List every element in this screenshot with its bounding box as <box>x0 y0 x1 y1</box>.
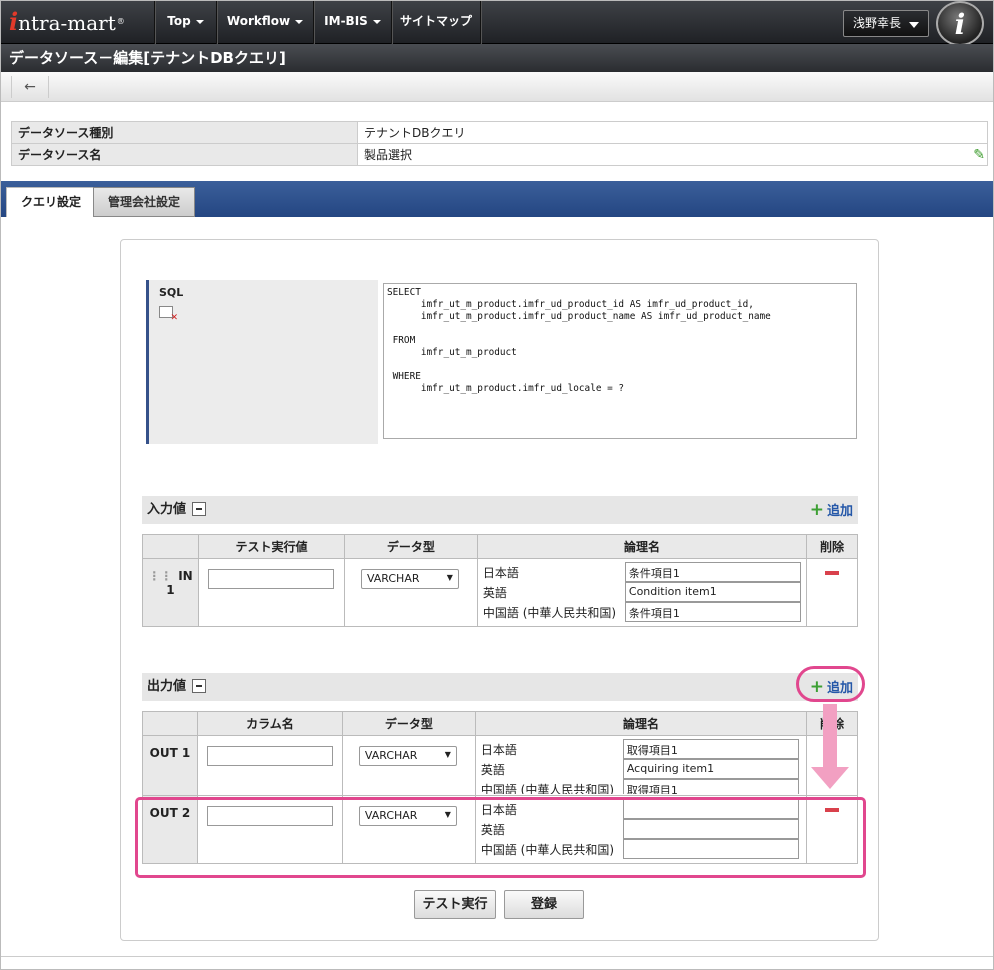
toolbar: ← <box>1 72 993 102</box>
column-name-input[interactable] <box>206 746 333 766</box>
column-name-cell <box>196 735 343 796</box>
logical-name-ja-input[interactable]: 条件項目1 <box>624 562 801 582</box>
lang-ja-label: 日本語 <box>482 566 519 580</box>
sql-label-cell: SQL <box>146 280 378 444</box>
test-value-cell <box>197 558 345 627</box>
input-section-header: 入力値 + 追加 <box>142 496 858 524</box>
nav-im-bis-label: IM-BIS <box>324 14 368 28</box>
caret-down-icon <box>372 19 381 24</box>
logical-name-en-input[interactable]: Condition item1 <box>624 582 801 602</box>
test-value-input[interactable] <box>207 569 334 589</box>
nav-im-bis[interactable]: IM-BIS <box>314 1 391 44</box>
logical-name-zh-input[interactable]: 条件項目1 <box>624 602 801 622</box>
info-row-name: データソース名 製品選択 <box>11 143 988 166</box>
table-row: ⋮⋮IN 1 VARCHAR 日本語 条件項目1 英語 Condition it… <box>142 558 858 627</box>
data-type-select[interactable]: VARCHAR <box>358 746 457 766</box>
header-data-type: データ型 <box>341 711 476 736</box>
nav-top-label: Top <box>167 14 191 28</box>
header-logical-name: 論理名 <box>474 711 808 736</box>
nav-workflow[interactable]: Workflow <box>217 1 313 44</box>
add-button-highlight <box>796 666 865 702</box>
type-label: データソース種別 <box>11 121 358 144</box>
output-table-header: カラム名 データ型 論理名 削除 <box>142 711 858 736</box>
header-column-name: カラム名 <box>196 711 343 736</box>
clear-sql-icon[interactable] <box>159 306 178 323</box>
header-logical-name: 論理名 <box>476 534 808 559</box>
register-button[interactable]: 登録 <box>504 890 584 919</box>
lang-en-label: 英語 <box>482 586 507 600</box>
new-row-highlight <box>135 797 866 878</box>
drag-handle-icon[interactable]: ⋮⋮ <box>148 569 172 583</box>
header-blank <box>142 711 198 736</box>
datasource-info-table: データソース種別 テナントDBクエリ データソース名 製品選択 <box>11 121 988 166</box>
sql-label: SQL <box>159 286 184 299</box>
header-delete: 削除 <box>806 534 858 559</box>
sql-textarea[interactable]: SELECT imfr_ut_m_product.imfr_ud_product… <box>383 283 857 439</box>
caret-down-icon <box>295 19 304 24</box>
logical-name-cell: 日本語 取得項目1 英語 Acquiring item1 中国語 (中華人民共和… <box>474 735 808 796</box>
tab-query-settings[interactable]: クエリ設定 <box>6 187 97 217</box>
lang-ja-label: 日本語 <box>480 743 517 757</box>
top-navbar: intra-mart® Top Workflow IM-BIS サイトマップ 浅… <box>1 1 993 46</box>
pencil-icon[interactable]: ✎ <box>973 147 985 163</box>
header-test-value: テスト実行値 <box>197 534 345 559</box>
intra-mart-logo[interactable]: intra-mart® <box>9 7 151 39</box>
nav-top[interactable]: Top <box>155 1 216 44</box>
nav-workflow-label: Workflow <box>226 14 291 28</box>
nav-divider <box>480 1 481 44</box>
test-run-button[interactable]: テスト実行 <box>414 890 496 919</box>
lang-en-label: 英語 <box>480 763 505 777</box>
row-id: OUT 1 <box>142 735 198 796</box>
data-type-cell: VARCHAR <box>343 558 478 627</box>
caret-down-icon <box>909 22 919 28</box>
logical-name-zh-input[interactable]: 取得項目1 <box>622 779 799 794</box>
app-window: intra-mart® Top Workflow IM-BIS サイトマップ 浅… <box>0 0 994 970</box>
input-table-header: テスト実行値 データ型 論理名 削除 <box>142 534 858 559</box>
data-type-select[interactable]: VARCHAR <box>360 569 459 589</box>
lang-zh-label: 中国語 (中華人民共和国) <box>480 783 615 794</box>
back-arrow-icon[interactable]: ← <box>11 76 49 98</box>
caret-down-icon <box>195 19 204 24</box>
collapse-icon[interactable] <box>192 501 207 516</box>
nav-sitemap[interactable]: サイトマップ <box>392 1 480 44</box>
down-arrow-icon <box>823 704 837 767</box>
user-menu-button[interactable]: 浅野幸長 <box>843 10 929 37</box>
type-value: テナントDBクエリ <box>357 121 988 144</box>
page-title: データソース－編集[テナントDBクエリ] <box>1 44 993 72</box>
input-section-title: 入力値 <box>147 502 187 517</box>
add-input-label: 追加 <box>826 504 853 519</box>
data-type-cell: VARCHAR <box>341 735 476 796</box>
logical-name-en-input[interactable]: Acquiring item1 <box>622 759 799 779</box>
header-data-type: データ型 <box>343 534 478 559</box>
down-arrow-head-icon <box>811 767 849 789</box>
name-value: 製品選択 <box>357 143 988 166</box>
plus-icon: + <box>809 500 824 520</box>
delete-cell <box>806 558 858 627</box>
footer-divider <box>1 956 993 957</box>
row-id: ⋮⋮ IN 1 <box>142 558 199 627</box>
info-row-type: データソース種別 テナントDBクエリ <box>11 121 988 144</box>
add-input-button[interactable]: + 追加 <box>810 496 853 526</box>
output-section-header: 出力値 + 追加 <box>142 673 858 701</box>
input-table: テスト実行値 データ型 論理名 削除 ⋮⋮IN 1 VARCHAR 日本語 条件… <box>142 534 858 627</box>
user-name: 浅野幸長 <box>853 16 902 30</box>
nav-sitemap-label: サイトマップ <box>399 14 472 28</box>
table-row: OUT 1 VARCHAR 日本語 取得項目1 英語 Acquiring ite… <box>142 735 858 796</box>
tab-bar: クエリ設定 管理会社設定 <box>1 181 993 217</box>
name-label: データソース名 <box>11 143 358 166</box>
header-blank <box>142 534 199 559</box>
tab-company-settings[interactable]: 管理会社設定 <box>93 187 196 217</box>
logical-name-ja-input[interactable]: 取得項目1 <box>622 739 799 759</box>
collapse-icon[interactable] <box>192 678 207 693</box>
logical-name-cell: 日本語 条件項目1 英語 Condition item1 中国語 (中華人民共和… <box>476 558 808 627</box>
lang-zh-label: 中国語 (中華人民共和国) <box>482 606 617 620</box>
output-section-title: 出力値 <box>147 679 187 694</box>
delete-row-icon[interactable] <box>825 571 840 575</box>
info-icon[interactable]: i <box>936 1 984 46</box>
